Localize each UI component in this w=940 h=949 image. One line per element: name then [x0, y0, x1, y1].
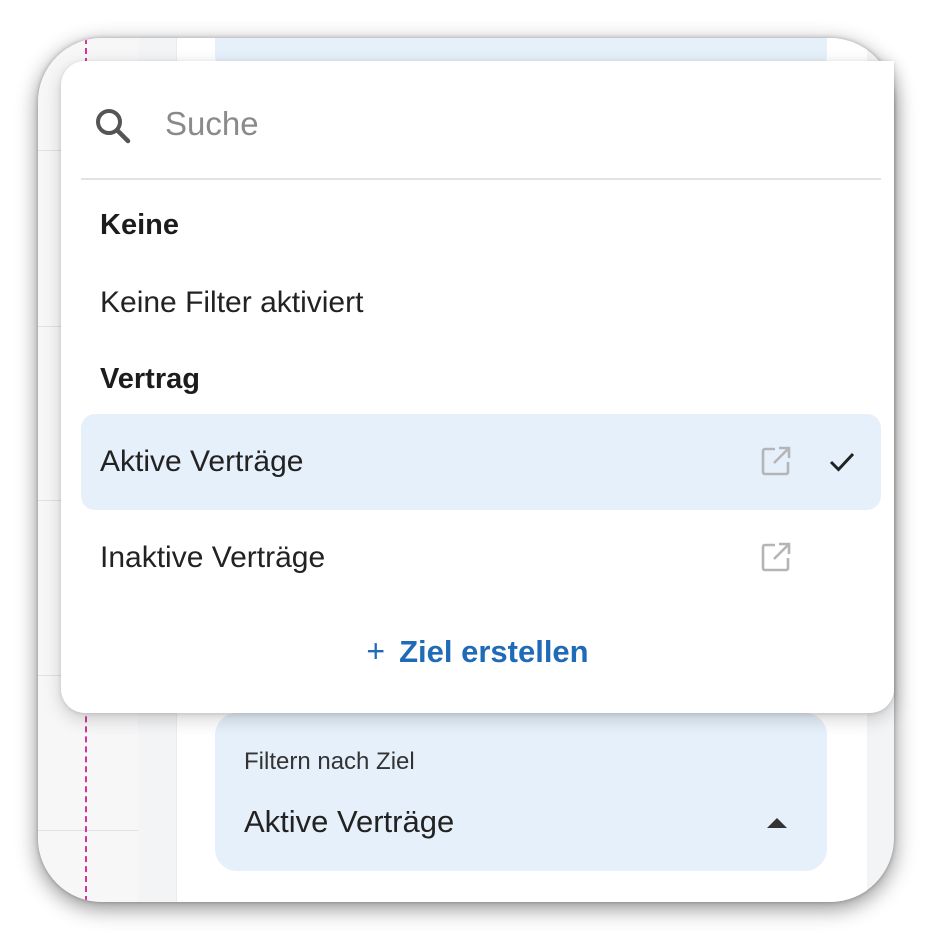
option-label: Keine Filter aktiviert: [100, 286, 364, 319]
open-in-new-icon[interactable]: [759, 540, 793, 574]
create-goal-label: Ziel erstellen: [399, 634, 589, 669]
group-header-keine: Keine: [100, 209, 179, 241]
caret-up-icon[interactable]: [767, 818, 787, 828]
search-input[interactable]: [165, 99, 805, 149]
search-icon: [96, 109, 131, 144]
option-label: Inaktive Verträge: [100, 541, 326, 574]
plus-icon: +: [366, 633, 386, 669]
option-aktive-vertraege[interactable]: Aktive Verträge: [81, 414, 881, 510]
open-in-new-icon[interactable]: [759, 444, 793, 478]
check-icon: [829, 452, 855, 472]
option-label: Aktive Verträge: [100, 445, 304, 478]
filter-select-value: Aktive Verträge: [244, 804, 455, 839]
divider: [38, 830, 138, 831]
option-inaktive-vertraege[interactable]: Inaktive Verträge: [81, 510, 881, 606]
group-header-vertrag: Vertrag: [100, 363, 200, 395]
dropdown-menu: Keine Keine Filter aktiviert Vertrag Akt…: [61, 61, 894, 713]
option-keine-filter[interactable]: Keine Filter aktiviert: [81, 255, 881, 351]
create-goal-button[interactable]: + Ziel erstellen: [61, 633, 894, 670]
filter-select-label: Filtern nach Ziel: [244, 748, 415, 775]
filter-select[interactable]: Filtern nach Ziel Aktive Verträge: [215, 713, 827, 871]
search-bar: [81, 61, 881, 180]
